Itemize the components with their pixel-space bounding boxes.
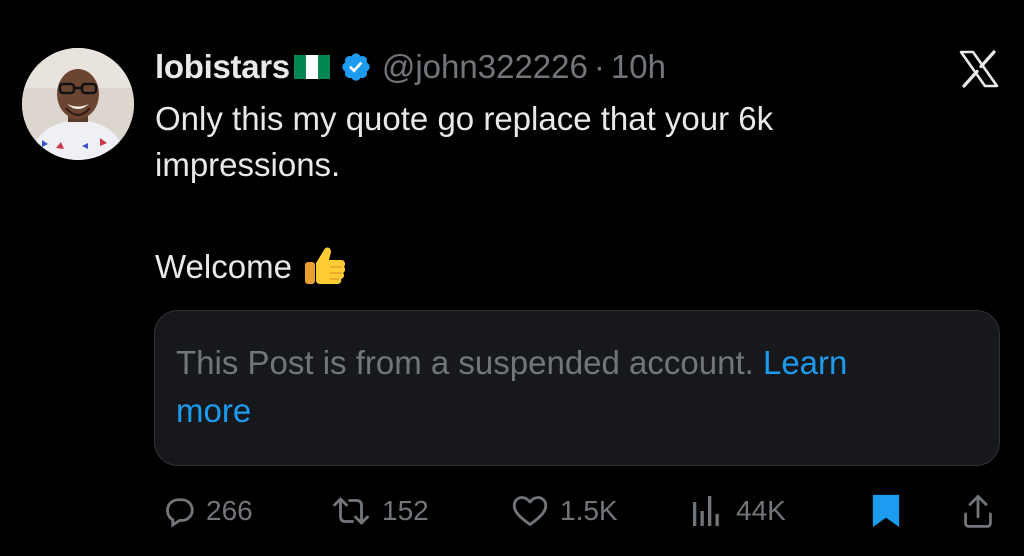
quoted-post-card[interactable]: This Post is from a suspended account. L…: [154, 310, 1000, 466]
x-logo-icon: [959, 50, 999, 88]
repost-button[interactable]: 152: [330, 488, 429, 534]
welcome-text: Welcome: [155, 248, 292, 285]
thumbs-up-icon: [302, 242, 348, 288]
analytics-icon: [690, 493, 726, 529]
verified-badge-icon[interactable]: [340, 51, 372, 83]
user-handle[interactable]: @john322226: [382, 48, 588, 86]
avatar-image: [22, 48, 134, 160]
learn-more-link-continued[interactable]: more: [176, 392, 251, 429]
bookmark-icon: [868, 492, 904, 530]
reply-icon: [160, 493, 196, 529]
display-name[interactable]: lobistars: [155, 48, 290, 86]
tweet-text-line: Only this my quote go replace that your …: [155, 100, 774, 137]
repost-icon: [330, 493, 372, 529]
tweet-text: Only this my quote go replace that your …: [155, 96, 975, 290]
post-time[interactable]: 10h: [611, 48, 666, 86]
action-bar: 266 152 1.5K 44K: [0, 488, 1024, 534]
view-count: 44K: [736, 495, 786, 526]
reply-button[interactable]: 266: [160, 488, 253, 534]
like-count: 1.5K: [560, 495, 618, 526]
avatar[interactable]: [22, 48, 134, 160]
suspended-notice-text: This Post is from a suspended account.: [176, 344, 754, 381]
nigeria-flag-icon: [293, 55, 330, 79]
tweet-text-line: impressions.: [155, 146, 341, 183]
repost-count: 152: [382, 495, 429, 526]
suspended-notice: This Post is from a suspended account. L…: [176, 339, 976, 435]
share-icon: [960, 492, 996, 530]
tweet-text-line-welcome: Welcome: [155, 244, 975, 290]
heart-icon: [510, 493, 550, 529]
tweet-header: lobistars @john322226 · 10h: [155, 44, 666, 90]
reply-count: 266: [206, 495, 253, 526]
share-button[interactable]: [960, 488, 996, 534]
learn-more-link[interactable]: Learn: [763, 344, 847, 381]
separator-dot: ·: [593, 48, 605, 85]
bookmark-button[interactable]: [868, 488, 904, 534]
like-button[interactable]: 1.5K: [510, 488, 618, 534]
views-button[interactable]: 44K: [690, 488, 786, 534]
